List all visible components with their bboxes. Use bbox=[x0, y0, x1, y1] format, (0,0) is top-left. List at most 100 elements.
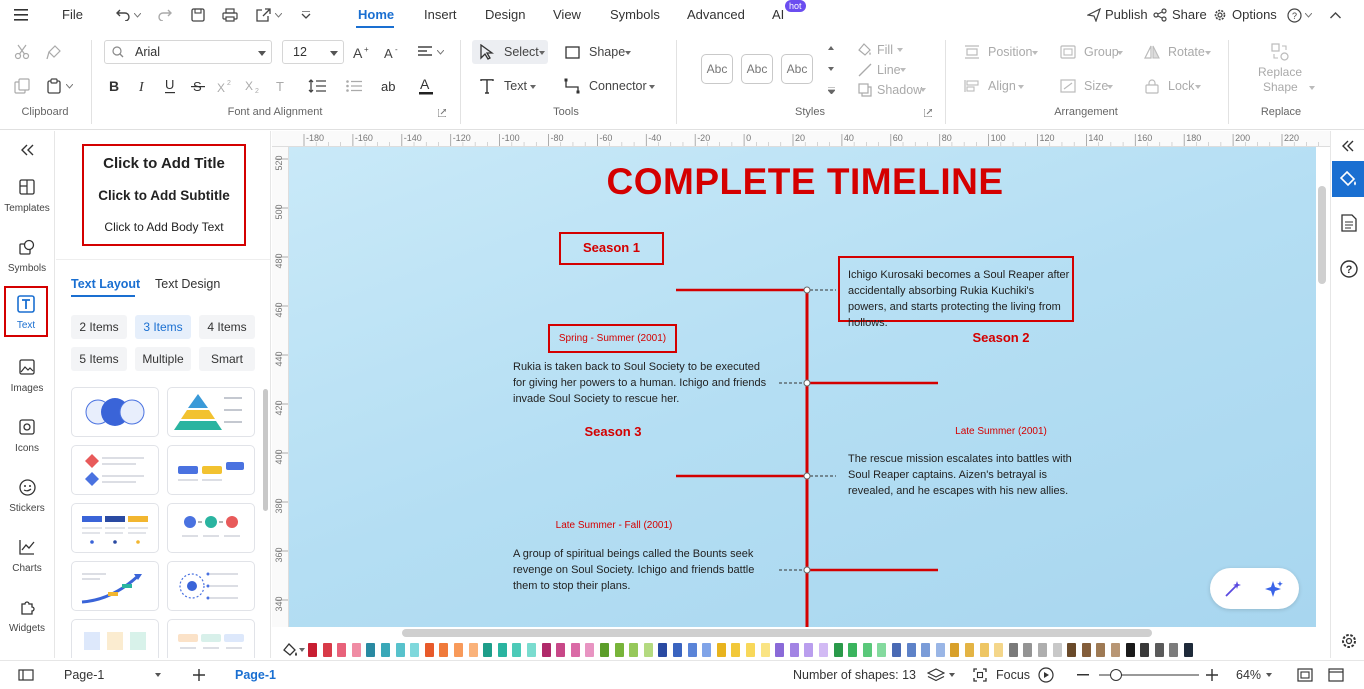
color-swatch[interactable] bbox=[906, 643, 916, 657]
color-swatch[interactable] bbox=[1038, 643, 1047, 657]
position-button[interactable]: Position bbox=[988, 45, 1032, 59]
redo-icon[interactable] bbox=[156, 6, 174, 24]
tab-insert[interactable]: Insert bbox=[424, 7, 457, 22]
fill-button[interactable]: Fill bbox=[877, 43, 893, 57]
publish-button[interactable]: Publish bbox=[1105, 7, 1148, 22]
color-swatch[interactable] bbox=[877, 643, 887, 657]
share-button[interactable]: Share bbox=[1172, 7, 1207, 22]
color-swatch[interactable] bbox=[322, 643, 332, 657]
connector-tool-button[interactable]: Connector bbox=[589, 79, 647, 93]
chip-4-items[interactable]: 4 Items bbox=[199, 315, 255, 339]
superscript-icon[interactable]: X2 bbox=[215, 76, 235, 96]
shadow-button[interactable]: Shadow bbox=[877, 83, 922, 97]
font-color-icon[interactable]: A bbox=[416, 74, 436, 98]
color-swatch[interactable] bbox=[454, 643, 463, 657]
font-family-select[interactable]: Arial bbox=[104, 40, 272, 64]
text-tool-icon[interactable] bbox=[478, 77, 496, 95]
page-select[interactable]: Page-1 bbox=[56, 665, 166, 685]
color-swatch[interactable] bbox=[1067, 643, 1077, 657]
color-swatch[interactable] bbox=[337, 643, 347, 657]
sidebar-item-text[interactable]: Text bbox=[4, 286, 48, 337]
page-tab-active[interactable]: Page-1 bbox=[235, 668, 276, 682]
season2-label[interactable]: Season 2 bbox=[951, 330, 1051, 345]
canvas-area[interactable]: COMPLETE TIMELINE Season 1 Ichigo Kurosa… bbox=[289, 147, 1316, 627]
event-text-2[interactable]: Rukia is taken back to Soul Society to b… bbox=[513, 359, 775, 407]
add-body-text[interactable]: Click to Add Body Text bbox=[84, 220, 244, 234]
rotate-icon[interactable] bbox=[1143, 43, 1161, 61]
format-painter-icon[interactable] bbox=[44, 42, 64, 62]
color-swatch[interactable] bbox=[614, 643, 624, 657]
expand-styles-icon[interactable] bbox=[826, 85, 836, 95]
tab-ai[interactable]: AI bbox=[772, 7, 784, 22]
layout-thumbnail[interactable] bbox=[167, 619, 255, 658]
scroll-up-icon[interactable] bbox=[826, 44, 836, 52]
zoom-slider-handle[interactable] bbox=[1110, 669, 1122, 681]
tab-home[interactable]: Home bbox=[358, 7, 394, 22]
ai-magic-wand-icon[interactable] bbox=[1222, 578, 1244, 600]
paste-icon[interactable] bbox=[44, 76, 64, 96]
color-swatch[interactable] bbox=[395, 643, 405, 657]
size-icon[interactable] bbox=[1059, 77, 1077, 95]
text-effect-icon[interactable]: ab bbox=[380, 76, 402, 96]
save-icon[interactable] bbox=[189, 6, 207, 24]
back-arrow-icon[interactable] bbox=[14, 6, 22, 24]
color-swatch[interactable] bbox=[643, 643, 653, 657]
color-swatch[interactable] bbox=[848, 643, 858, 657]
style-preset-3[interactable]: Abc bbox=[781, 54, 813, 84]
color-swatch[interactable] bbox=[833, 643, 843, 657]
scroll-down-icon[interactable] bbox=[826, 65, 836, 73]
color-swatch[interactable] bbox=[1081, 643, 1091, 657]
fill-icon[interactable] bbox=[857, 42, 873, 58]
publish-icon[interactable] bbox=[1086, 7, 1102, 23]
color-swatch[interactable] bbox=[965, 643, 974, 657]
color-swatch[interactable] bbox=[527, 643, 536, 657]
canvas-vertical-scrollbar[interactable] bbox=[1318, 186, 1326, 284]
color-swatch[interactable] bbox=[1052, 643, 1062, 657]
subscript-icon[interactable]: X2 bbox=[243, 76, 263, 96]
help-icon[interactable]: ? bbox=[1286, 6, 1302, 24]
line-spacing-icon[interactable] bbox=[306, 76, 328, 96]
expand-panel-icon[interactable] bbox=[1339, 137, 1357, 155]
layout-thumbnail[interactable] bbox=[167, 387, 255, 437]
sidebar-item-images[interactable]: Images bbox=[0, 355, 55, 397]
group-icon[interactable] bbox=[1059, 43, 1077, 61]
color-swatch[interactable] bbox=[950, 643, 960, 657]
increase-font-icon[interactable]: A + bbox=[352, 42, 372, 62]
text-align-icon[interactable] bbox=[415, 42, 435, 62]
color-swatch[interactable] bbox=[702, 643, 712, 657]
tab-text-design[interactable]: Text Design bbox=[155, 277, 220, 291]
connection-point[interactable] bbox=[803, 566, 811, 574]
layout-thumbnail[interactable] bbox=[71, 561, 159, 611]
chip-multiple[interactable]: Multiple bbox=[135, 347, 191, 371]
color-swatch[interactable] bbox=[1096, 643, 1106, 657]
event-text-3[interactable]: The rescue mission escalates into battle… bbox=[848, 451, 1080, 499]
layout-thumbnail[interactable] bbox=[167, 561, 255, 611]
color-swatch[interactable] bbox=[381, 643, 390, 657]
connector-icon[interactable] bbox=[563, 77, 581, 95]
decrease-font-icon[interactable]: A- bbox=[383, 42, 403, 62]
date3-label[interactable]: Late Summer - Fall (2001) bbox=[539, 520, 689, 531]
color-swatch[interactable] bbox=[366, 643, 376, 657]
color-swatch[interactable] bbox=[629, 643, 639, 657]
layout-thumbnail[interactable] bbox=[167, 503, 255, 553]
collapse-sidebar-icon[interactable] bbox=[16, 141, 38, 159]
color-swatch[interactable] bbox=[731, 643, 741, 657]
event-text-1[interactable]: Ichigo Kurosaki becomes a Soul Reaper af… bbox=[848, 267, 1072, 331]
layout-thumbnail[interactable] bbox=[71, 619, 159, 658]
color-swatch[interactable] bbox=[1023, 643, 1033, 657]
list-icon[interactable] bbox=[343, 76, 365, 96]
play-icon[interactable] bbox=[1037, 666, 1055, 684]
color-swatch[interactable] bbox=[468, 643, 478, 657]
replace-shape-icon[interactable] bbox=[1270, 42, 1290, 62]
chevron-down-icon[interactable] bbox=[298, 647, 306, 653]
chip-3-items[interactable]: 3 Items bbox=[135, 315, 191, 339]
sidebar-item-stickers[interactable]: Stickers bbox=[0, 475, 55, 517]
chevron-down-icon[interactable] bbox=[948, 672, 956, 678]
lock-button[interactable]: Lock bbox=[1168, 79, 1194, 93]
strikethrough-icon[interactable]: S bbox=[188, 76, 208, 96]
page-panel-toggle-icon[interactable] bbox=[17, 667, 35, 683]
undo-icon[interactable] bbox=[114, 6, 132, 24]
color-swatch[interactable] bbox=[556, 643, 566, 657]
print-icon[interactable] bbox=[221, 6, 239, 24]
add-page-icon[interactable] bbox=[190, 666, 208, 684]
